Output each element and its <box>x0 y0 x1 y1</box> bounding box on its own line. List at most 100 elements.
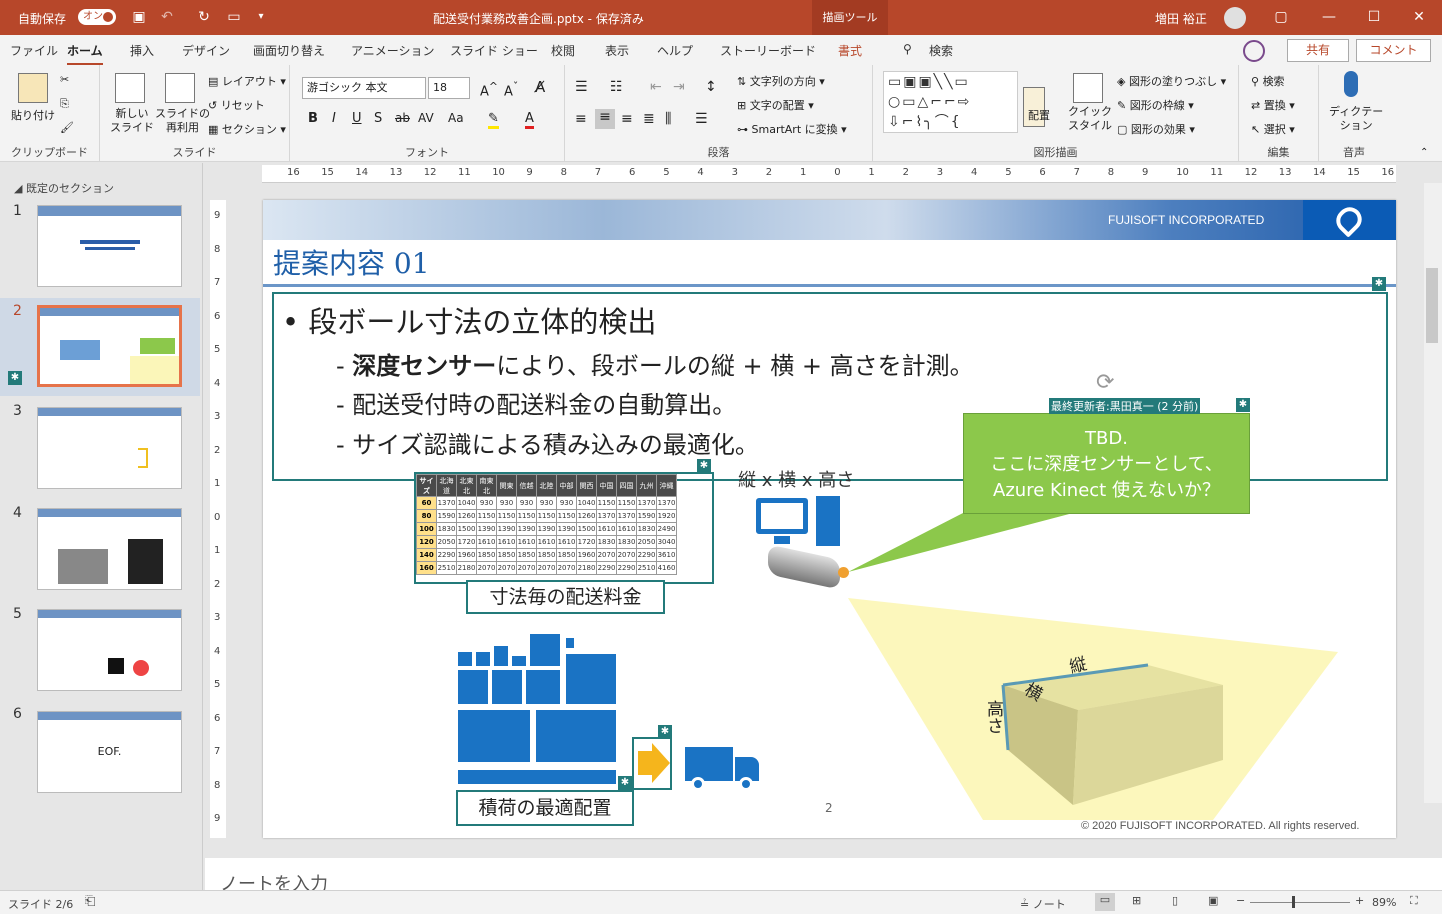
arrow-box[interactable] <box>632 737 672 790</box>
align-center-icon[interactable]: ≡ <box>595 109 615 129</box>
grow-font-icon[interactable]: A^ <box>480 80 498 99</box>
paste-button[interactable]: 貼り付け <box>11 107 55 123</box>
redo-icon[interactable]: ↻ <box>195 9 213 25</box>
save-icon[interactable]: ▣ <box>130 9 148 25</box>
new-slide-icon[interactable] <box>115 73 145 103</box>
font-name-combo[interactable]: 游ゴシック 本文 <box>302 77 426 99</box>
shrink-font-icon[interactable]: Aˇ <box>504 80 518 99</box>
slide-sorter-icon[interactable]: ⊞ <box>1132 894 1141 907</box>
slide-thumbnail-4[interactable] <box>37 508 182 590</box>
search-box[interactable]: 検索 <box>929 42 953 59</box>
underline-icon[interactable]: U <box>352 111 362 126</box>
bold-icon[interactable]: B <box>308 111 318 126</box>
tab-view[interactable]: 表示 <box>605 42 629 59</box>
paste-icon[interactable] <box>18 73 48 103</box>
select-button[interactable]: ↖ 選択 ▾ <box>1251 121 1295 137</box>
find-button[interactable]: ⚲ 検索 <box>1251 73 1285 89</box>
tab-format[interactable]: 書式 <box>838 42 862 59</box>
tab-insert[interactable]: 挿入 <box>130 42 154 59</box>
tab-storyboard[interactable]: ストーリーボード <box>720 42 816 59</box>
comments-button[interactable]: コメント <box>1356 39 1431 62</box>
undo-icon[interactable]: ↶ <box>158 9 176 25</box>
columns-icon[interactable]: ⫼ <box>665 111 671 127</box>
layout-button[interactable]: ▤ レイアウト ▾ <box>208 73 286 89</box>
replace-button[interactable]: ⇄ 置換 ▾ <box>1251 97 1295 113</box>
zoom-in-icon[interactable]: + <box>1355 894 1364 907</box>
align-text-button[interactable]: ⊞ 文字の配置 ▾ <box>737 97 814 113</box>
shadow-icon[interactable]: S <box>374 111 382 126</box>
tab-home[interactable]: ホーム <box>67 42 103 66</box>
copy-icon[interactable]: ⎘ <box>60 97 69 111</box>
numbering-icon[interactable]: ☷ <box>610 79 623 95</box>
justify-icon[interactable]: ≣ <box>643 111 655 127</box>
strikethrough-icon[interactable]: ab <box>395 111 410 125</box>
shape-effects-button[interactable]: ▢ 図形の効果 ▾ <box>1117 121 1195 137</box>
zoom-level[interactable]: 89% <box>1372 896 1396 909</box>
format-painter-icon[interactable]: 🖌 <box>60 121 74 134</box>
slide-thumbnail-6[interactable]: EOF. <box>37 711 182 793</box>
smartart-button[interactable]: ⊶ SmartArt に変換 ▾ <box>737 121 847 137</box>
decrease-indent-icon[interactable]: ⇤ <box>650 79 662 95</box>
font-size-combo[interactable]: 18 <box>428 77 470 99</box>
zoom-out-icon[interactable]: − <box>1236 894 1245 907</box>
scroll-thumb[interactable] <box>1426 268 1438 343</box>
line-spacing-icon[interactable]: ↕ <box>705 79 717 95</box>
vertical-ruler[interactable]: 9 8 7 6 5 4 3 2 1 0 1 2 3 4 5 6 7 8 9 <box>210 200 226 838</box>
tab-help[interactable]: ヘルプ <box>657 42 693 59</box>
slide-thumbnail-1[interactable] <box>37 205 182 287</box>
normal-view-icon[interactable]: ▭ <box>1095 893 1115 911</box>
slide-thumbnail-5[interactable] <box>37 609 182 691</box>
italic-icon[interactable]: I <box>332 111 336 126</box>
fit-to-window-icon[interactable]: ⛶ <box>1410 894 1418 908</box>
quick-styles-icon[interactable] <box>1073 73 1103 103</box>
bullets-icon[interactable]: ☰ <box>575 79 588 95</box>
slide-canvas[interactable]: FUJISOFT INCORPORATED 提案内容 01 ✱ • 段ボール寸法… <box>263 200 1396 838</box>
ribbon-display-icon[interactable]: ▢ <box>1272 9 1290 25</box>
new-slide-button[interactable]: 新しい スライド <box>110 107 154 135</box>
shape-fill-button[interactable]: ◈ 図形の塗りつぶし ▾ <box>1117 73 1226 89</box>
cut-icon[interactable]: ✂ <box>60 73 69 86</box>
shape-outline-button[interactable]: ✎ 図形の枠線 ▾ <box>1117 97 1194 113</box>
account-icon[interactable] <box>1243 40 1265 62</box>
accessibility-icon[interactable]: ⎗ <box>85 894 95 909</box>
reading-view-icon[interactable]: ▯ <box>1172 894 1178 907</box>
slideshow-view-icon[interactable]: ▣ <box>1208 894 1218 907</box>
share-button[interactable]: 共有 <box>1287 39 1349 62</box>
quick-styles-button[interactable]: クイック スタイル <box>1068 105 1112 133</box>
shapes-gallery[interactable]: ▭▣▣╲╲▭ ○▭△⌐⌐⇨ ⇩⌐⌇╮⌒{ <box>883 71 1018 133</box>
zoom-slider[interactable] <box>1250 902 1350 903</box>
reuse-slides-icon[interactable] <box>165 73 195 103</box>
tab-review[interactable]: 校閲 <box>551 42 575 59</box>
horizontal-ruler[interactable]: 16 15 14 13 12 11 10 9 8 7 6 5 4 3 2 1 0 1 2 3 4 5 6 7 8 9 10 11 12 1… <box>262 165 1396 183</box>
customize-qat-icon[interactable]: ▾ <box>252 9 270 25</box>
align-left-icon[interactable]: ≡ <box>575 111 587 127</box>
arrange-button[interactable]: 配置 <box>1028 107 1050 123</box>
slide-thumbnail-3[interactable] <box>37 407 182 489</box>
char-spacing-icon[interactable]: AV <box>418 111 434 125</box>
vertical-scrollbar[interactable] <box>1424 183 1442 803</box>
user-avatar[interactable] <box>1224 7 1246 29</box>
reuse-slides-button[interactable]: スライドの 再利用 <box>155 107 210 135</box>
notes-pane[interactable]: ノートを入力 <box>205 858 1442 895</box>
notes-toggle[interactable]: ≟ ノート <box>1020 896 1066 912</box>
tab-design[interactable]: デザイン <box>182 42 230 59</box>
text-direction-button[interactable]: ⇅ 文字列の方向 ▾ <box>737 73 825 89</box>
maximize-icon[interactable]: ☐ <box>1365 9 1383 25</box>
document-title[interactable]: 配送受付業務改善企画.pptx - 保存済み <box>433 10 644 27</box>
highlight-icon[interactable]: ✎ <box>488 111 499 129</box>
align-right-icon[interactable]: ≡ <box>621 111 633 127</box>
tab-file[interactable]: ファイル <box>10 42 58 59</box>
change-case-icon[interactable]: Aa <box>448 111 464 125</box>
search-icon[interactable]: ⚲ <box>903 42 912 56</box>
slide-thumbnail-2[interactable] <box>37 305 182 387</box>
section-button[interactable]: ▦ セクション ▾ <box>208 121 286 137</box>
close-icon[interactable]: ✕ <box>1410 9 1428 25</box>
collapse-ribbon-icon[interactable]: ⌃ <box>1420 147 1428 158</box>
callout-box[interactable]: TBD. ここに深度センサーとして、 Azure Kinect 使えないか？ <box>963 413 1250 514</box>
tab-animations[interactable]: アニメーション <box>351 42 435 59</box>
rotate-handle-icon[interactable]: ⟳ <box>1096 370 1114 395</box>
load-caption[interactable]: 積荷の最適配置 <box>456 790 634 826</box>
dictate-button[interactable]: ディクテー ション <box>1329 105 1383 133</box>
minimize-icon[interactable]: — <box>1320 9 1338 25</box>
autosave-toggle[interactable]: オン <box>78 9 116 25</box>
